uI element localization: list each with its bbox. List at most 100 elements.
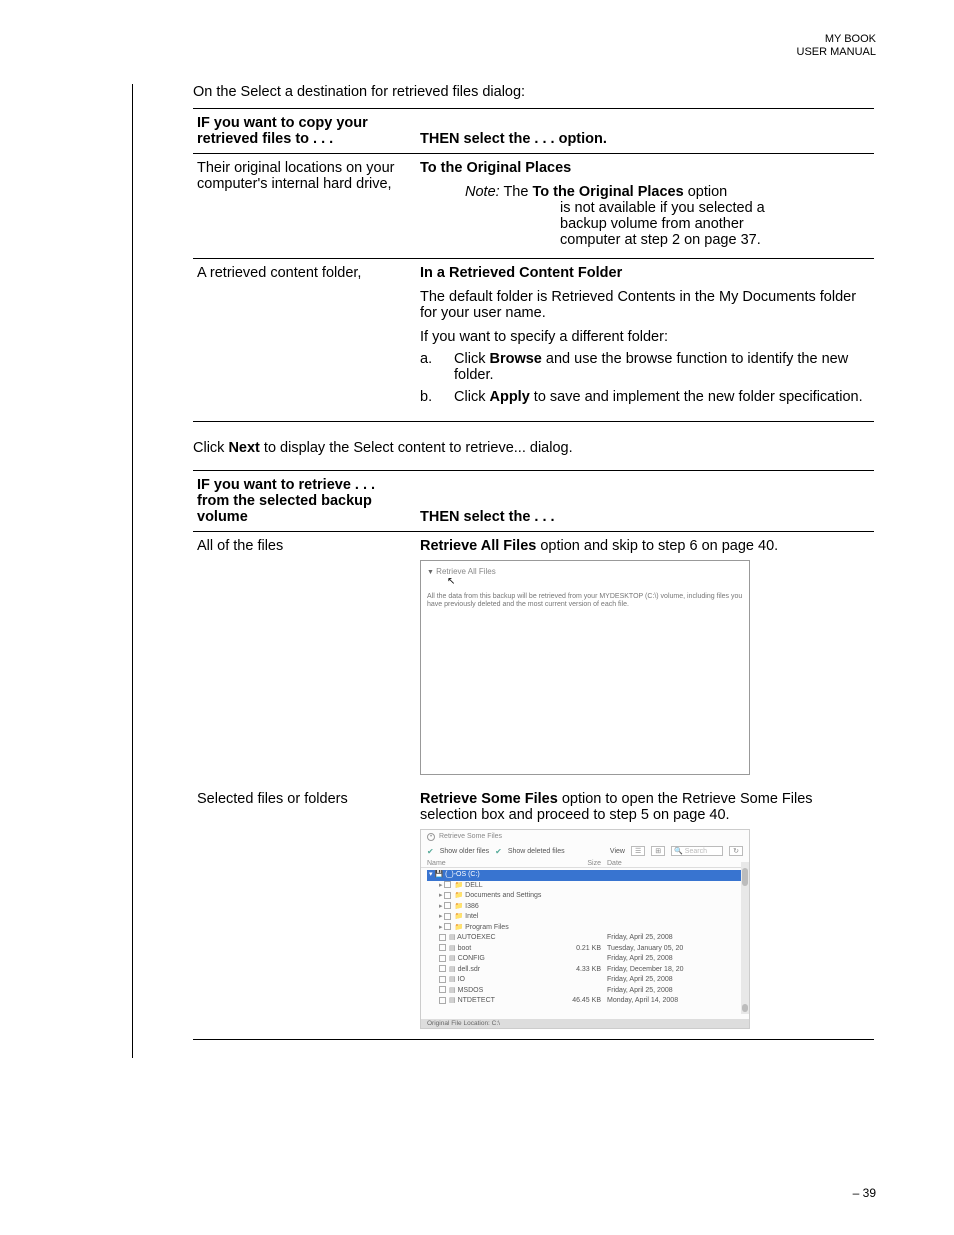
file-icon: ▤ — [449, 966, 456, 973]
note-pre: The — [500, 184, 533, 200]
grid-view-icon: ⊞ — [651, 846, 665, 856]
ol-b-marker: b. — [420, 389, 450, 405]
page-number: – 39 — [853, 1186, 876, 1200]
radio-icon: • — [427, 833, 435, 841]
folder-icon: 📁 — [454, 882, 463, 889]
note-label: Note: — [465, 184, 500, 200]
mid-pre: Click — [193, 440, 228, 456]
checkbox-icon — [439, 934, 446, 941]
ol-b-post: to save and implement the new folder spe… — [530, 389, 863, 405]
table-1: IF you want to copy your retrieved files… — [193, 108, 874, 422]
mock2-bottom: Original File Location: C:\ — [421, 1019, 749, 1028]
t2-r2-right: Retrieve Some Files option to open the R… — [418, 785, 874, 1040]
t1-r1-right: To the Original Places Note: The To the … — [418, 154, 874, 259]
show-older-label: Show older files — [440, 848, 489, 855]
checkbox-icon — [444, 913, 451, 920]
tree-row: ▤ IOFriday, April 25, 2008 — [427, 975, 743, 986]
folder-icon: 📁 — [454, 924, 463, 931]
col-date: Date — [607, 860, 743, 867]
tree-row: ▸ 📁 Program Files — [427, 923, 743, 934]
tree-row: ▤ MSDOSFriday, April 25, 2008 — [427, 986, 743, 997]
table-2: IF you want to retrieve . . . from the s… — [193, 470, 874, 1040]
expand-icon: ▸ — [439, 913, 443, 920]
checkbox-icon — [439, 986, 446, 993]
scroll-thumb-2 — [742, 1004, 748, 1012]
checkbox-icon — [439, 997, 446, 1004]
tree-row: ▾ 💾 (_)-OS (C:) — [427, 870, 743, 881]
search-input-mock: 🔍 Search — [671, 846, 723, 856]
tree-row: ▤ CONFIGFriday, April 25, 2008 — [427, 954, 743, 965]
mock1-desc: All the data from this backup will be re… — [427, 593, 743, 610]
t1-head-left-1: IF you want to copy your — [197, 115, 368, 131]
note-line3: backup volume from another — [560, 216, 744, 232]
t2-head-left-1: IF you want to retrieve . . . — [197, 477, 375, 493]
note-line4: computer at step 2 on page 37. — [560, 232, 761, 248]
checkbox-icon — [439, 955, 446, 962]
refresh-icon: ↻ — [729, 846, 743, 856]
ol-a-pre: Click — [454, 351, 489, 367]
tree-row: ▸ 📁 Intel — [427, 912, 743, 923]
t2-r1-right: Retrieve All Files option and skip to st… — [418, 532, 874, 786]
folder-icon: 📁 — [454, 913, 463, 920]
mid-text: Click Next to display the Select content… — [193, 440, 874, 456]
search-ph: Search — [685, 848, 707, 855]
checkbox-icon — [439, 965, 446, 972]
t2-r2-bold: Retrieve Some Files — [420, 791, 558, 807]
ol-b-bold: Apply — [489, 389, 529, 405]
note-line2: is not available if you selected a — [560, 200, 765, 216]
checkbox-icon — [444, 923, 451, 930]
mid-bold: Next — [228, 440, 259, 456]
tree-row: ▤ boot0.21 KBTuesday, January 05, 20 — [427, 944, 743, 955]
t2-r1-left: All of the files — [193, 532, 418, 786]
header-line-1: MY BOOK — [797, 33, 876, 46]
tree-row: ▸ 📁 I386 — [427, 902, 743, 913]
tree-row: ▸ 📁 DELL — [427, 881, 743, 892]
t1-r2-right: In a Retrieved Content Folder The defaul… — [418, 259, 874, 422]
folder-icon: 📁 — [454, 903, 463, 910]
mock2-title: Retrieve Some Files — [439, 833, 502, 840]
view-label: View — [610, 848, 625, 855]
tree-row: ▤ dell.sdr4.33 KBFriday, December 18, 20 — [427, 965, 743, 976]
t1-r2-p1: The default folder is Retrieved Contents… — [420, 289, 870, 321]
file-icon: ▤ — [449, 934, 456, 941]
file-icon: ▤ — [449, 945, 456, 952]
tree-row: ▤ NTDETECT46.45 KBMonday, April 14, 2008 — [427, 996, 743, 1007]
drive-icon: ▾ 💾 — [429, 871, 445, 878]
file-icon: ▤ — [449, 987, 456, 994]
col-size: Size — [567, 860, 607, 867]
expand-icon: ▸ — [439, 903, 443, 910]
mid-post: to display the Select content to retriev… — [260, 440, 573, 456]
t2-r2-left: Selected files or folders — [193, 785, 418, 1040]
ol-a-marker: a. — [420, 351, 450, 367]
check-icon: ✔ — [427, 847, 434, 856]
t1-head-right: THEN select the . . . option. — [418, 109, 874, 154]
t2-r1-bold: Retrieve All Files — [420, 538, 536, 554]
main-content: On the Select a destination for retrieve… — [132, 84, 874, 1058]
col-name: Name — [427, 860, 567, 867]
ol-a-bold: Browse — [489, 351, 541, 367]
t1-head-left-2: retrieved files to . . . — [197, 131, 333, 147]
t1-head-left: IF you want to copy your retrieved files… — [193, 109, 418, 154]
scroll-thumb — [742, 868, 748, 886]
collapse-triangle-icon: ▼ — [427, 569, 434, 576]
note-post1: option — [684, 184, 728, 200]
page-header: MY BOOK USER MANUAL — [797, 33, 876, 59]
header-line-2: USER MANUAL — [797, 46, 876, 59]
expand-icon: ▸ — [439, 892, 443, 899]
intro-text: On the Select a destination for retrieve… — [193, 84, 874, 100]
show-deleted-label: Show deleted files — [508, 848, 565, 855]
check-icon: ✔ — [495, 847, 502, 856]
checkbox-icon — [439, 976, 446, 983]
t2-head-left-2: from the selected backup — [197, 493, 372, 509]
t1-r2-title: In a Retrieved Content Folder — [420, 265, 870, 281]
file-icon: ▤ — [449, 955, 456, 962]
cursor-icon: ↖ — [447, 576, 743, 587]
checkbox-icon — [444, 902, 451, 909]
file-icon: ▤ — [449, 997, 456, 1004]
checkbox-icon — [444, 881, 451, 888]
retrieve-all-mock: ▼ Retrieve All Files ↖ All the data from… — [420, 560, 750, 775]
t1-r1-left: Their original locations on your compute… — [193, 154, 418, 259]
note-bold: To the Original Places — [532, 184, 683, 200]
t1-r2-left: A retrieved content folder, — [193, 259, 418, 422]
t2-head-left-3: volume — [197, 509, 248, 525]
